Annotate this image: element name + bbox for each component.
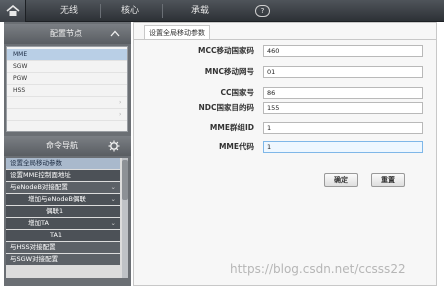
- nav-divider: [100, 4, 101, 18]
- ndc-label: NDC国家目的码: [198, 103, 254, 112]
- command-item-enodeb-config[interactable]: 与eNodeB对接配置 ⌄: [6, 182, 120, 193]
- command-item-add-ta[interactable]: 增加TA ⌄: [6, 218, 120, 229]
- ndc-field[interactable]: [263, 102, 423, 114]
- command-nav-list: 设置全局移动参数 设置MME控制面地址 与eNodeB对接配置 ⌄ 增加与eNo…: [6, 158, 128, 278]
- nav-divider: [162, 4, 163, 18]
- mme-group-id-field[interactable]: [263, 122, 423, 134]
- nav-item-wireless[interactable]: 无线: [44, 0, 94, 22]
- chevron-down-icon: ⌄: [110, 195, 116, 203]
- watermark: https://blog.csdn.net/ccsss22: [230, 262, 406, 276]
- chevron-right-icon: ›: [119, 111, 122, 118]
- chevron-down-icon: ⌄: [110, 219, 116, 227]
- command-item-label: 增加与eNodeB偶联: [28, 195, 86, 203]
- mcc-field[interactable]: [263, 45, 423, 57]
- command-item-set-mme-control-address[interactable]: 设置MME控制面地址: [6, 170, 120, 181]
- sidebar: 配置节点 MME SGW PGW HSS › › 命令导航 设置全局移动参数 设…: [4, 22, 131, 286]
- node-item-sgw[interactable]: SGW: [7, 61, 127, 73]
- nav-item-bearer[interactable]: 承载: [170, 0, 230, 22]
- command-item-set-global-mobile-params[interactable]: 设置全局移动参数: [6, 158, 120, 169]
- help-icon[interactable]: ?: [255, 5, 270, 17]
- node-item-pgw[interactable]: PGW: [7, 73, 127, 85]
- config-nodes-header[interactable]: 配置节点: [4, 24, 131, 44]
- node-item-hss[interactable]: HSS: [7, 85, 127, 97]
- cc-field[interactable]: [263, 87, 423, 99]
- chevron-down-icon: ⌄: [110, 183, 116, 191]
- list-item: [7, 109, 127, 121]
- config-nodes-title: 配置节点: [50, 29, 82, 38]
- node-item-mme[interactable]: MME: [7, 49, 127, 61]
- mme-code-field[interactable]: [263, 141, 423, 153]
- mcc-label: MCC移动国家码: [198, 46, 254, 55]
- chevron-right-icon: ›: [119, 99, 122, 106]
- command-nav-header[interactable]: 命令导航: [4, 136, 131, 156]
- command-item-sgw-config[interactable]: 与SGW对接配置: [6, 254, 120, 265]
- command-item-label: 与eNodeB对接配置: [10, 183, 68, 191]
- command-item-hss-config[interactable]: 与HSS对接配置: [6, 242, 120, 253]
- scrollbar[interactable]: [122, 158, 128, 278]
- top-nav-bar: 无线 核心 承载 ?: [0, 0, 444, 22]
- gear-icon[interactable]: [108, 140, 120, 152]
- config-node-list: MME SGW PGW HSS › ›: [6, 46, 128, 132]
- reset-button[interactable]: 重置: [371, 173, 405, 187]
- command-nav-title: 命令导航: [46, 141, 78, 150]
- mnc-field[interactable]: [263, 66, 423, 78]
- home-button[interactable]: [0, 0, 26, 22]
- tab-set-global-mobile-params[interactable]: 设置全局移动参数: [144, 25, 210, 39]
- list-item: [7, 97, 127, 109]
- tab-divider: [134, 39, 436, 40]
- main-panel: 设置全局移动参数 MCC移动国家码 MNC移动网号 CC国家号 NDC国家目的码…: [133, 22, 437, 286]
- home-icon: [6, 5, 20, 16]
- nav-item-core[interactable]: 核心: [105, 0, 155, 22]
- cc-label: CC国家号: [220, 88, 254, 97]
- confirm-button[interactable]: 确定: [324, 173, 358, 187]
- command-item-label: 增加TA: [28, 219, 49, 227]
- mme-group-id-label: MME群组ID: [209, 123, 254, 132]
- mme-code-label: MME代码: [218, 142, 254, 151]
- chevron-up-icon[interactable]: [110, 30, 120, 37]
- command-item-association-1[interactable]: 偶联1: [6, 206, 120, 217]
- mnc-label: MNC移动网号: [204, 67, 254, 76]
- scrollbar-thumb[interactable]: [122, 160, 128, 200]
- command-item-add-enodeb-association[interactable]: 增加与eNodeB偶联 ⌄: [6, 194, 120, 205]
- command-item-ta1[interactable]: TA1: [6, 230, 120, 241]
